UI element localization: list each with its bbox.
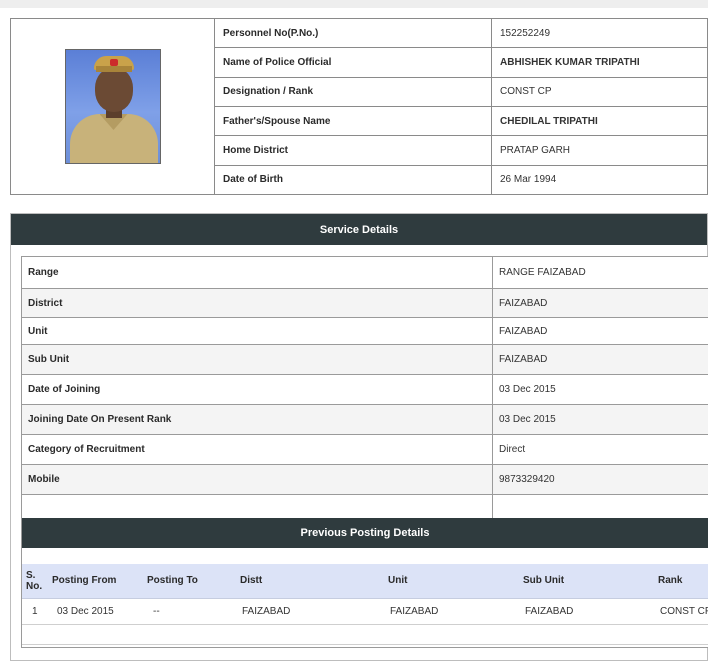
sd-label: District — [22, 289, 493, 317]
sd-value: FAIZABAD — [499, 354, 548, 365]
sd-label: Category of Recruitment — [22, 435, 493, 464]
info-label: Date of Birth — [215, 165, 492, 194]
cell-posting-to: -- — [143, 598, 236, 625]
sd-row-present-rank: Joining Date On Present Rank 03 Dec 2015 — [22, 405, 708, 435]
service-details-table: Range RANGE FAIZABAD District FAIZABAD U… — [21, 256, 708, 648]
page: Personnel No(P.No.) 152252249 Name of Po… — [0, 0, 708, 661]
posting-gap — [22, 548, 708, 564]
info-label: Personnel No(P.No.) — [215, 19, 492, 48]
col-header-posting-from: Posting From — [48, 564, 143, 599]
officer-photo — [64, 49, 161, 164]
cell-rank: CONST CP — [654, 598, 708, 625]
sd-value: FAIZABAD — [499, 297, 548, 309]
table-row: 1 03 Dec 2015 -- FAIZABAD FAIZABAD FAIZA… — [22, 598, 708, 625]
col-header-posting-to: Posting To — [143, 564, 236, 599]
sd-row-category: Category of Recruitment Direct — [22, 435, 708, 465]
previous-posting-table: S. No. Posting From Posting To Distt Uni… — [22, 564, 708, 625]
cell-sno: 1 — [22, 598, 48, 625]
info-row-name: Name of Police Official ABHISHEK KUMAR T… — [215, 48, 707, 78]
sd-row-range: Range RANGE FAIZABAD — [22, 257, 708, 289]
sd-label — [22, 495, 493, 518]
col-header-distt: Distt — [236, 564, 384, 599]
sd-row-mobile: Mobile 9873329420 — [22, 465, 708, 495]
sd-row-doj: Date of Joining 03 Dec 2015 — [22, 375, 708, 405]
sd-value: RANGE FAIZABAD — [499, 267, 586, 278]
sd-row-unit: Unit FAIZABAD — [22, 318, 708, 345]
sd-label: Date of Joining — [22, 375, 493, 404]
info-label: Home District — [215, 136, 492, 165]
info-value: ABHISHEK KUMAR TRIPATHI — [500, 56, 640, 68]
top-bar — [0, 0, 708, 8]
sd-row-district: District FAIZABAD — [22, 289, 708, 318]
info-value: 152252249 — [500, 27, 551, 39]
sd-label: Unit — [22, 318, 493, 344]
info-value: CHEDILAL TRIPATHI — [500, 115, 598, 127]
previous-posting-header: Previous Posting Details — [22, 518, 708, 548]
cell-distt: FAIZABAD — [236, 598, 384, 625]
posting-header-row: S. No. Posting From Posting To Distt Uni… — [22, 564, 708, 599]
cell-sub-unit: FAIZABAD — [519, 598, 654, 625]
info-row-rank: Designation / Rank CONST CP — [215, 77, 707, 107]
info-value: 26 Mar 1994 — [500, 174, 557, 186]
sd-value: Direct — [499, 444, 526, 455]
cell-posting-from: 03 Dec 2015 — [48, 598, 143, 625]
col-header-sub-unit: Sub Unit — [519, 564, 654, 599]
personal-info-table: Personnel No(P.No.) 152252249 Name of Po… — [215, 19, 707, 194]
cell-unit: FAIZABAD — [384, 598, 519, 625]
info-value: CONST CP — [500, 86, 552, 98]
info-label: Father's/Spouse Name — [215, 106, 492, 136]
info-row-father: Father's/Spouse Name CHEDILAL TRIPATHI — [215, 106, 707, 137]
info-label: Name of Police Official — [215, 48, 492, 77]
info-value: PRATAP GARH — [500, 144, 571, 156]
photo-cell — [11, 19, 215, 194]
posting-table-footer — [22, 625, 708, 645]
col-header-rank: Rank — [654, 564, 708, 599]
sd-value: 9873329420 — [499, 474, 555, 485]
col-header-unit: Unit — [384, 564, 519, 599]
sd-label: Range — [22, 257, 493, 288]
service-details-panel: Service Details Range RANGE FAIZABAD Dis… — [10, 213, 708, 661]
sd-row-subunit: Sub Unit FAIZABAD — [22, 345, 708, 375]
info-row-district: Home District PRATAP GARH — [215, 136, 707, 166]
personal-info-card: Personnel No(P.No.) 152252249 Name of Po… — [10, 18, 708, 195]
sd-label: Sub Unit — [22, 345, 493, 374]
sd-value — [493, 495, 708, 518]
info-row-dob: Date of Birth 26 Mar 1994 — [215, 165, 707, 194]
sd-label: Mobile — [22, 465, 493, 494]
col-header-sno: S. No. — [22, 564, 48, 599]
service-details-header: Service Details — [11, 214, 707, 245]
sd-value: FAIZABAD — [499, 325, 548, 337]
sd-value: 03 Dec 2015 — [499, 414, 556, 425]
sd-value: 03 Dec 2015 — [499, 384, 556, 395]
info-label: Designation / Rank — [215, 77, 492, 106]
sd-row-empty — [22, 495, 708, 518]
info-row-pno: Personnel No(P.No.) 152252249 — [215, 19, 707, 49]
sd-label: Joining Date On Present Rank — [22, 405, 493, 434]
